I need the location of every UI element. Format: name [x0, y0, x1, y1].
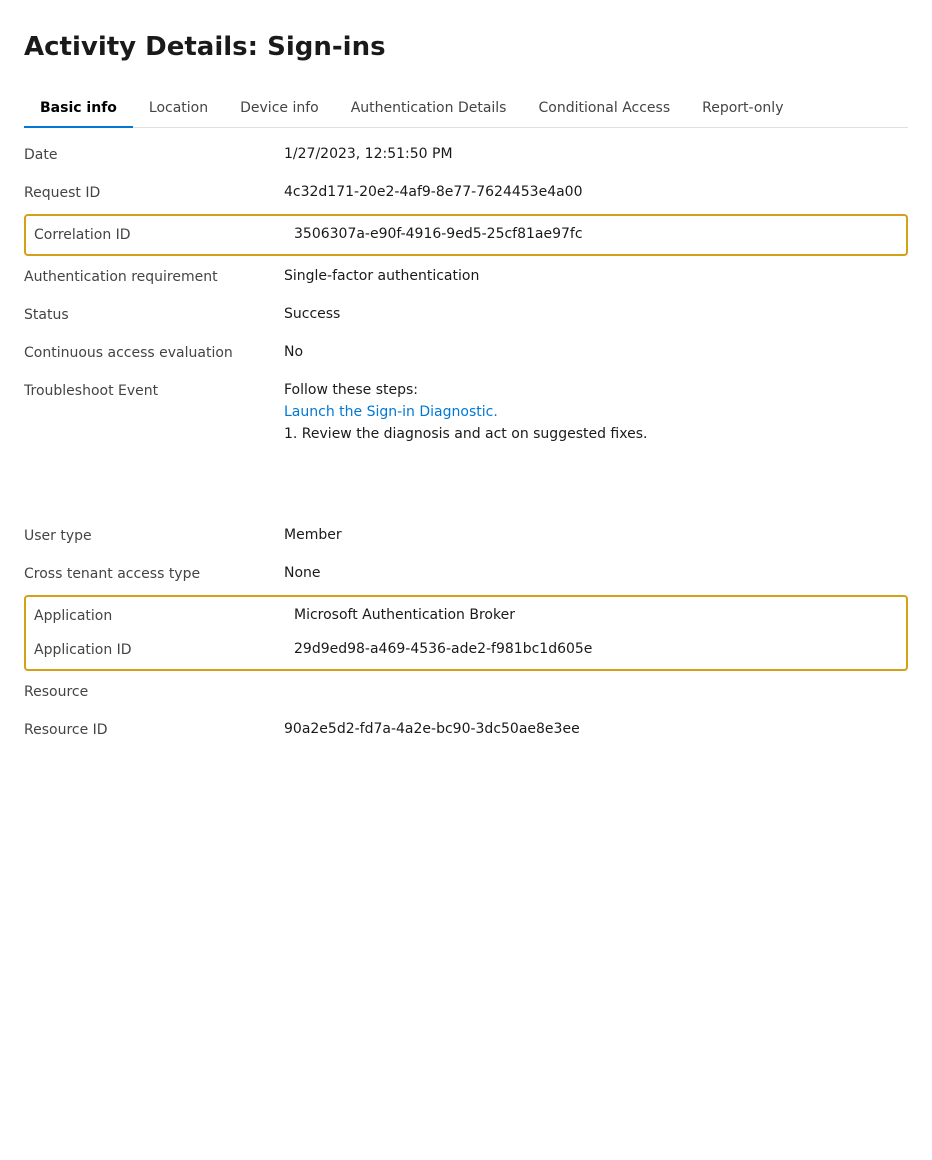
field-auth-requirement-label: Authentication requirement: [24, 268, 284, 285]
field-resource-id-value: 90a2e5d2-fd7a-4a2e-bc90-3dc50ae8e3ee: [284, 721, 908, 737]
field-resource: Resource: [24, 673, 908, 711]
field-status-label: Status: [24, 306, 284, 323]
field-user-type-value: Member: [284, 527, 908, 543]
troubleshoot-step-text: 1. Review the diagnosis and act on sugge…: [284, 426, 908, 442]
field-troubleshoot-label: Troubleshoot Event: [24, 382, 284, 399]
field-troubleshoot: Troubleshoot Event Follow these steps: L…: [24, 372, 908, 453]
page-title: Activity Details: Sign-ins: [24, 32, 908, 62]
field-application-id: Application ID 29d9ed98-a469-4536-ade2-f…: [34, 633, 898, 667]
field-auth-requirement: Authentication requirement Single-factor…: [24, 258, 908, 296]
tab-report-only[interactable]: Report-only: [686, 90, 799, 128]
field-date-label: Date: [24, 146, 284, 163]
field-date: Date 1/27/2023, 12:51:50 PM: [24, 136, 908, 174]
field-cross-tenant-value: None: [284, 565, 908, 581]
field-correlation-id: Correlation ID 3506307a-e90f-4916-9ed5-2…: [34, 218, 898, 252]
tab-conditional-access[interactable]: Conditional Access: [522, 90, 686, 128]
field-request-id: Request ID 4c32d171-20e2-4af9-8e77-76244…: [24, 174, 908, 212]
troubleshoot-follow-text: Follow these steps:: [284, 382, 908, 398]
tab-basic-info[interactable]: Basic info: [24, 90, 133, 128]
field-application-id-label: Application ID: [34, 641, 294, 658]
field-continuous-access-value: No: [284, 344, 908, 360]
field-correlation-id-label: Correlation ID: [34, 226, 294, 243]
field-user-type-label: User type: [24, 527, 284, 544]
field-auth-requirement-value: Single-factor authentication: [284, 268, 908, 284]
field-user-type: User type Member: [24, 517, 908, 555]
field-request-id-label: Request ID: [24, 184, 284, 201]
tab-authentication-details[interactable]: Authentication Details: [335, 90, 523, 128]
field-request-id-value: 4c32d171-20e2-4af9-8e77-7624453e4a00: [284, 184, 908, 200]
field-resource-id-label: Resource ID: [24, 721, 284, 738]
troubleshoot-diagnostic-link[interactable]: Launch the Sign-in Diagnostic.: [284, 404, 908, 420]
field-correlation-id-value: 3506307a-e90f-4916-9ed5-25cf81ae97fc: [294, 226, 898, 242]
tab-location[interactable]: Location: [133, 90, 224, 128]
tabs-nav: Basic info Location Device info Authenti…: [24, 90, 908, 128]
field-cross-tenant-label: Cross tenant access type: [24, 565, 284, 582]
correlation-id-group: Correlation ID 3506307a-e90f-4916-9ed5-2…: [24, 214, 908, 256]
field-application-id-value: 29d9ed98-a469-4536-ade2-f981bc1d605e: [294, 641, 898, 657]
field-continuous-access: Continuous access evaluation No: [24, 334, 908, 372]
field-application-label: Application: [34, 607, 294, 624]
field-status: Status Success: [24, 296, 908, 334]
field-cross-tenant: Cross tenant access type None: [24, 555, 908, 593]
field-troubleshoot-value: Follow these steps: Launch the Sign-in D…: [284, 382, 908, 442]
field-application-value: Microsoft Authentication Broker: [294, 607, 898, 623]
basic-info-content: Date 1/27/2023, 12:51:50 PM Request ID 4…: [24, 128, 908, 749]
field-continuous-access-label: Continuous access evaluation: [24, 344, 284, 361]
field-resource-label: Resource: [24, 683, 284, 700]
field-resource-id: Resource ID 90a2e5d2-fd7a-4a2e-bc90-3dc5…: [24, 711, 908, 749]
field-status-value: Success: [284, 306, 908, 322]
field-application: Application Microsoft Authentication Bro…: [34, 599, 898, 633]
application-group: Application Microsoft Authentication Bro…: [24, 595, 908, 671]
tab-device-info[interactable]: Device info: [224, 90, 335, 128]
field-date-value: 1/27/2023, 12:51:50 PM: [284, 146, 908, 162]
